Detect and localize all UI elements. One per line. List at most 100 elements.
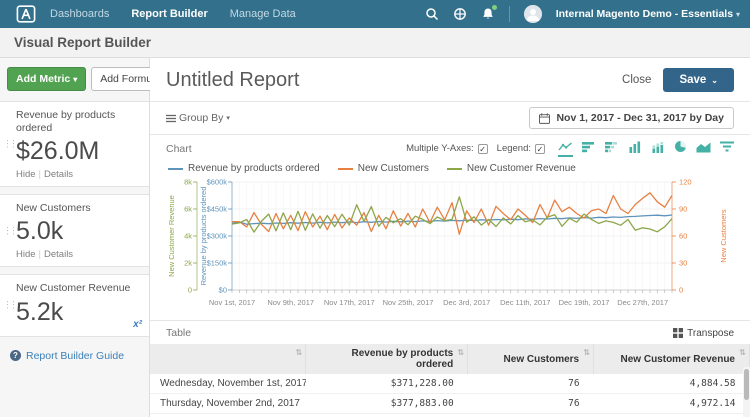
help-icon: ? (10, 350, 21, 361)
table-row[interactable]: Wednesday, November 1st, 2017$371,228.00… (150, 374, 750, 394)
vertical-bar-chart-icon[interactable] (627, 141, 642, 157)
svg-text:New Customer Revenue: New Customer Revenue (167, 195, 176, 277)
account-menu[interactable]: Internal Magento Demo - Essentials ▾ (556, 8, 740, 20)
metric-card-new-customer-revenue[interactable]: ⋮⋮ New Customer Revenue 5.2k x² (0, 274, 149, 336)
scrollbar-thumb[interactable] (744, 369, 749, 400)
svg-text:$150k: $150k (207, 259, 228, 268)
svg-text:$300k: $300k (207, 232, 228, 241)
add-metric-label: Add Metric (16, 73, 70, 85)
chart-canvas[interactable]: 02k4k6k8kNew Customer Revenue$0$150k$300… (166, 176, 734, 318)
metrics-sidebar: Add Metric ▾ Add Formula ⋮⋮ Revenue by p… (0, 58, 150, 417)
chart-legend: Revenue by products ordered New Customer… (166, 157, 734, 176)
metric-card-revenue[interactable]: ⋮⋮ Revenue by products ordered $26.0M Hi… (0, 101, 149, 187)
drag-handle-icon[interactable]: ⋮⋮ (3, 141, 15, 148)
chevron-down-icon: ▾ (736, 10, 740, 19)
cell-revenue: $377,883.00 (306, 394, 468, 414)
nav-manage-data[interactable]: Manage Data (230, 8, 296, 20)
line-chart-icon[interactable] (558, 141, 573, 157)
header-text: New Customers (504, 354, 580, 365)
table-scrollbar[interactable] (743, 367, 750, 417)
formula-icon[interactable]: x² (133, 319, 142, 330)
metric-value: $26.0M (16, 137, 141, 166)
report-header: Untitled Report Close Save⌄ (150, 58, 750, 102)
svg-text:90: 90 (679, 205, 687, 214)
chart-section: Chart Multiple Y-Axes:✓ Legend:✓ (150, 135, 750, 318)
svg-text:4k: 4k (184, 232, 192, 241)
svg-text:120: 120 (679, 178, 692, 187)
data-table: ⇅ Revenue by products ordered ⇅ New Custo… (150, 344, 750, 417)
guide-label: Report Builder Guide (26, 350, 124, 362)
avatar[interactable] (524, 5, 542, 23)
legend-item-revenue[interactable]: Revenue by products ordered (168, 163, 320, 174)
brand-logo-icon[interactable] (16, 5, 36, 23)
grid-icon (673, 328, 683, 338)
col-header-new-customers[interactable]: New Customers⇅ (468, 344, 594, 374)
drag-handle-icon[interactable]: ⋮⋮ (3, 227, 15, 234)
svg-text:Dec 27th, 2017: Dec 27th, 2017 (617, 298, 668, 307)
save-button[interactable]: Save⌄ (663, 68, 734, 92)
svg-text:Nov 1st, 2017: Nov 1st, 2017 (209, 298, 255, 307)
list-icon (166, 114, 176, 123)
col-header-nc-revenue[interactable]: New Customer Revenue⇅ (594, 344, 750, 374)
legend-swatch (338, 168, 353, 170)
cell-revenue: $371,228.00 (306, 374, 468, 394)
table-section: Table Transpose ⇅ Revenue by products or… (150, 320, 750, 417)
multiple-y-axes-checkbox[interactable]: ✓ (478, 144, 488, 154)
search-icon[interactable] (425, 7, 439, 21)
horizontal-bar-chart-icon[interactable] (581, 141, 596, 157)
sort-icon[interactable]: ⇅ (739, 348, 746, 357)
nav-report-builder[interactable]: Report Builder (131, 8, 207, 20)
table-row[interactable]: Thursday, November 2nd, 2017$377,883.007… (150, 394, 750, 414)
legend-label: Legend: (497, 143, 531, 154)
report-builder-guide-link[interactable]: ? Report Builder Guide (0, 344, 149, 368)
stacked-vertical-bar-chart-icon[interactable] (650, 141, 665, 157)
cell-customers: 76 (468, 374, 594, 394)
svg-text:Dec 3rd, 2017: Dec 3rd, 2017 (443, 298, 490, 307)
metric-name: Revenue by products ordered (16, 109, 141, 135)
close-button[interactable]: Close (622, 74, 651, 86)
metric-value: 5.0k (16, 217, 141, 246)
svg-text:New Customers: New Customers (719, 209, 728, 263)
sort-icon[interactable]: ⇅ (296, 348, 303, 357)
globe-icon[interactable] (453, 7, 467, 21)
hide-link[interactable]: Hide (16, 249, 36, 260)
topbar-right: Internal Magento Demo - Essentials ▾ (425, 5, 740, 23)
svg-text:$0: $0 (219, 286, 227, 295)
details-link[interactable]: Details (44, 249, 73, 260)
funnel-filter-icon[interactable] (719, 141, 734, 157)
header-text: Revenue by products ordered (352, 348, 454, 370)
notifications-bell-icon[interactable] (481, 7, 495, 21)
metric-card-new-customers[interactable]: ⋮⋮ New Customers 5.0k Hide|Details (0, 194, 149, 267)
app-window: Dashboards Report Builder Manage Data In… (0, 0, 750, 417)
transpose-button[interactable]: Transpose (673, 328, 734, 339)
report-title[interactable]: Untitled Report (166, 69, 299, 92)
sort-icon[interactable]: ⇅ (458, 348, 465, 357)
page-header: Visual Report Builder (0, 28, 750, 58)
legend-checkbox[interactable]: ✓ (535, 144, 545, 154)
table-row[interactable]: Friday, November 3rd, 2017$365,327.00705… (150, 414, 750, 417)
legend-item-new-customers[interactable]: New Customers (338, 163, 429, 174)
group-by-dropdown[interactable]: Group By ▾ (166, 112, 230, 124)
col-header-revenue[interactable]: Revenue by products ordered ⇅ (306, 344, 468, 374)
date-range-button[interactable]: Nov 1, 2017 - Dec 31, 2017 by Day (529, 107, 734, 129)
drag-handle-icon[interactable]: ⋮⋮ (3, 302, 15, 309)
details-link[interactable]: Details (44, 169, 73, 180)
table-header-row: ⇅ Revenue by products ordered ⇅ New Custo… (150, 344, 750, 374)
area-chart-icon[interactable] (696, 141, 711, 157)
svg-text:30: 30 (679, 259, 687, 268)
svg-text:8k: 8k (184, 178, 192, 187)
sort-icon[interactable]: ⇅ (583, 348, 590, 357)
add-metric-button[interactable]: Add Metric ▾ (7, 67, 86, 91)
topbar-divider (509, 6, 510, 22)
legend-item-nc-revenue[interactable]: New Customer Revenue (447, 163, 576, 174)
pie-chart-icon[interactable] (673, 140, 688, 157)
line-chart-svg: 02k4k6k8kNew Customer Revenue$0$150k$300… (166, 176, 734, 318)
report-panel: Untitled Report Close Save⌄ Group By ▾ N… (150, 58, 750, 417)
stacked-horizontal-bar-chart-icon[interactable] (604, 141, 619, 157)
col-header-date[interactable]: ⇅ (150, 344, 306, 374)
transpose-label: Transpose (687, 328, 734, 339)
hide-link[interactable]: Hide (16, 169, 36, 180)
page-title: Visual Report Builder (14, 35, 151, 50)
cell-date: Thursday, November 2nd, 2017 (150, 394, 306, 414)
nav-dashboards[interactable]: Dashboards (50, 8, 109, 20)
